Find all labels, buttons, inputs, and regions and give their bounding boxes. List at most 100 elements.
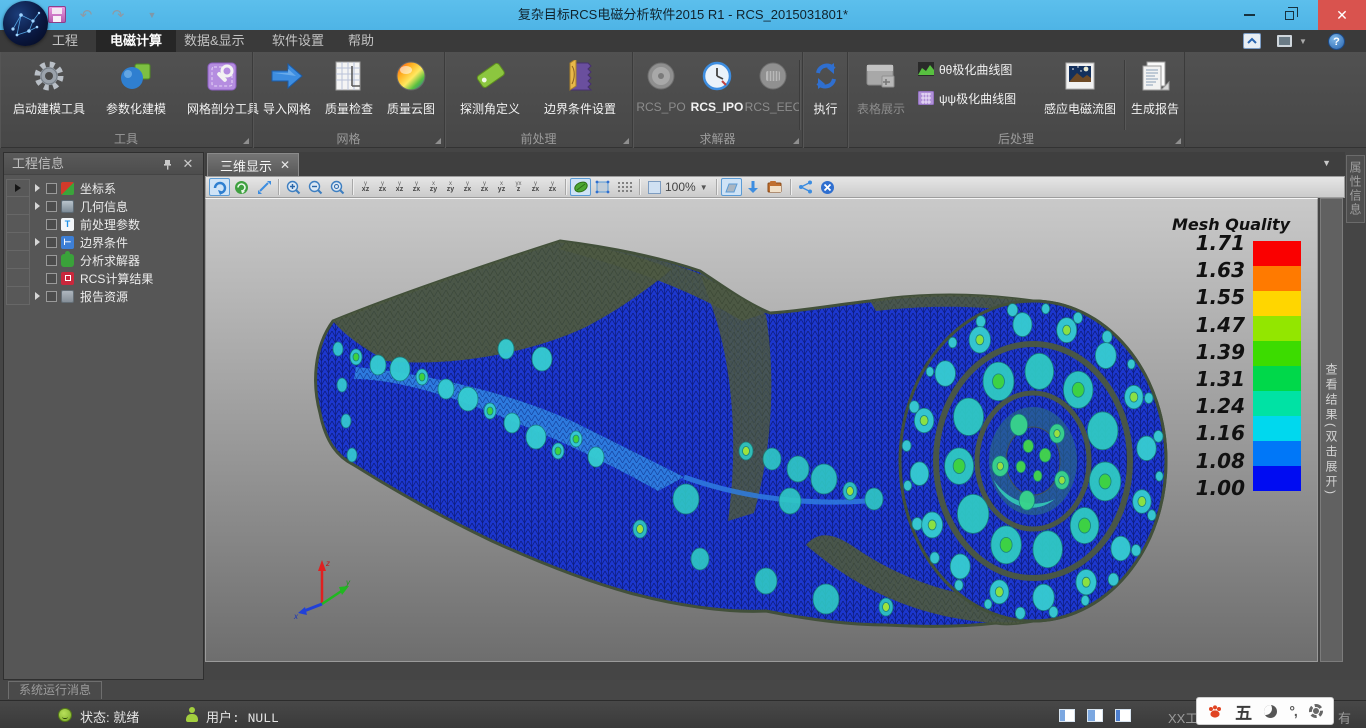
group-expand-icon[interactable]: [435, 138, 441, 144]
gutter-cell[interactable]: [6, 287, 30, 305]
share-export-button[interactable]: [795, 178, 816, 196]
display-style-dropdown-icon[interactable]: ▼: [1298, 33, 1308, 49]
checkbox[interactable]: [46, 255, 57, 266]
tab-3d-display[interactable]: 三维显示 ✕: [207, 153, 299, 176]
ime-punctuation-toggle[interactable]: °,: [1289, 703, 1297, 719]
group-expand-icon[interactable]: [793, 138, 799, 144]
redo-icon[interactable]: ↷: [108, 5, 128, 25]
checkbox[interactable]: [46, 291, 57, 302]
tab-list-dropdown-icon[interactable]: ▼: [1322, 158, 1331, 168]
panel-close-icon[interactable]: ✕: [180, 156, 196, 172]
view-preset-button[interactable]: xzy: [425, 178, 442, 196]
view-preset-button[interactable]: yzx: [374, 178, 391, 196]
zoom-in-button[interactable]: [283, 178, 304, 196]
gutter-cell[interactable]: [6, 179, 30, 197]
launch-modeler-button[interactable]: 启动建模工具: [4, 56, 94, 130]
detect-angle-button[interactable]: 探测角定义: [451, 56, 529, 130]
zoom-out-button[interactable]: [305, 178, 326, 196]
view-preset-button[interactable]: yzx: [527, 178, 544, 196]
shaded-view-button[interactable]: [592, 178, 613, 196]
close-view-button[interactable]: [817, 178, 838, 196]
import-mesh-button[interactable]: 导入网格: [257, 56, 317, 130]
minimize-button[interactable]: [1232, 0, 1266, 30]
save-icon[interactable]: [48, 6, 66, 23]
refresh-view-button[interactable]: [231, 178, 252, 196]
gutter-cell[interactable]: [6, 197, 30, 215]
tree-item-geometry-info[interactable]: 几何信息: [30, 197, 202, 215]
checkbox[interactable]: [46, 237, 57, 248]
view-preset-button[interactable]: yzx: [544, 178, 561, 196]
ime-gear-icon[interactable]: [1309, 704, 1323, 718]
checkbox[interactable]: [46, 219, 57, 230]
gutter-cell[interactable]: [6, 251, 30, 269]
quality-check-button[interactable]: 质量检查: [319, 56, 379, 130]
capture-folder-button[interactable]: [765, 178, 786, 196]
expand-icon[interactable]: [30, 238, 44, 246]
rcs-ipo-button[interactable]: RCS_IPO: [689, 56, 745, 130]
system-message-tab[interactable]: 系统运行消息: [8, 681, 102, 699]
tab-help[interactable]: 帮助: [334, 30, 388, 52]
group-expand-icon[interactable]: [623, 138, 629, 144]
view-preset-button[interactable]: yzx: [408, 178, 425, 196]
close-button[interactable]: ✕: [1318, 0, 1366, 30]
view-preset-button[interactable]: yzx: [476, 178, 493, 196]
help-icon[interactable]: ?: [1328, 33, 1345, 50]
generate-report-button[interactable]: 生成报告: [1126, 56, 1184, 130]
gutter-cell[interactable]: [6, 269, 30, 287]
layout-split-panel-button[interactable]: [1083, 705, 1107, 725]
checkbox[interactable]: [46, 273, 57, 284]
parametric-modeling-button[interactable]: 参数化建模: [96, 56, 176, 130]
zoom-level-select[interactable]: 100% ▼: [644, 178, 712, 196]
tree-item-solver[interactable]: 分析求解器: [30, 251, 202, 269]
wireframe-view-button[interactable]: [614, 178, 635, 196]
ime-language-toggle[interactable]: 五: [1235, 699, 1252, 724]
execute-button[interactable]: 执行: [803, 56, 848, 130]
display-style-icon[interactable]: [1272, 33, 1296, 49]
checkbox[interactable]: [46, 183, 57, 194]
viewport-3d-render[interactable]: z y x: [206, 199, 1318, 662]
view-preset-button[interactable]: xzy: [442, 178, 459, 196]
tree-item-preprocess-params[interactable]: T 前处理参数: [30, 215, 202, 233]
tree-item-coordinate-system[interactable]: 坐标系: [30, 179, 202, 197]
section-plane-button[interactable]: [721, 178, 742, 196]
restore-button[interactable]: [1272, 0, 1306, 30]
expand-icon[interactable]: [30, 292, 44, 300]
tab-em-compute[interactable]: 电磁计算: [96, 30, 176, 52]
group-expand-icon[interactable]: [243, 138, 249, 144]
view-preset-button[interactable]: yzx: [459, 178, 476, 196]
group-expand-icon[interactable]: [1175, 138, 1181, 144]
ime-moon-icon[interactable]: [1264, 705, 1277, 718]
checkbox[interactable]: [46, 201, 57, 212]
theta-polarization-curve-button[interactable]: θθ极化曲线图: [918, 58, 1036, 80]
undo-icon[interactable]: ↶: [76, 5, 96, 25]
gutter-cell[interactable]: [6, 233, 30, 251]
boundary-condition-button[interactable]: 边界条件设置: [531, 56, 629, 130]
ime-toolbar[interactable]: 五 °,: [1196, 697, 1334, 725]
tree-item-rcs-results[interactable]: RCS计算结果: [30, 269, 202, 287]
view-preset-button[interactable]: xyz: [493, 178, 510, 196]
quick-access-dropdown-icon[interactable]: ▼: [142, 5, 162, 25]
view-preset-button[interactable]: yxz: [357, 178, 374, 196]
tab-software-settings[interactable]: 软件设置: [258, 30, 338, 52]
view-preset-button[interactable]: yxz: [391, 178, 408, 196]
tab-close-icon[interactable]: ✕: [280, 158, 290, 172]
results-collapsed-panel[interactable]: 查看结果(双击展开): [1320, 198, 1343, 662]
induced-current-button[interactable]: 感应电磁流图: [1038, 56, 1122, 130]
ime-paw-icon[interactable]: [1207, 704, 1223, 719]
zoom-fit-button[interactable]: [327, 178, 348, 196]
rotate-view-button[interactable]: [209, 178, 230, 196]
gutter-cell[interactable]: [6, 215, 30, 233]
psi-polarization-curve-button[interactable]: ψψ极化曲线图: [918, 87, 1036, 109]
tree-item-report-resources[interactable]: 报告资源: [30, 287, 202, 305]
layout-bottom-panel-button[interactable]: [1111, 705, 1135, 725]
collapse-ribbon-icon[interactable]: [1243, 33, 1261, 49]
properties-collapsed-tab[interactable]: 属性信息: [1346, 155, 1365, 223]
expand-icon[interactable]: [30, 202, 44, 210]
tree-item-boundary-conditions[interactable]: ⊢ 边界条件: [30, 233, 202, 251]
fit-expand-button[interactable]: [253, 178, 274, 196]
view-preset-button[interactable]: yxz: [510, 178, 527, 196]
pin-icon[interactable]: [159, 156, 175, 172]
tab-data-display[interactable]: 数据&显示: [170, 30, 259, 52]
viewport-3d[interactable]: z y x Mesh Quality 1.711.631.551.471.391…: [205, 198, 1318, 662]
expand-icon[interactable]: [30, 184, 44, 192]
